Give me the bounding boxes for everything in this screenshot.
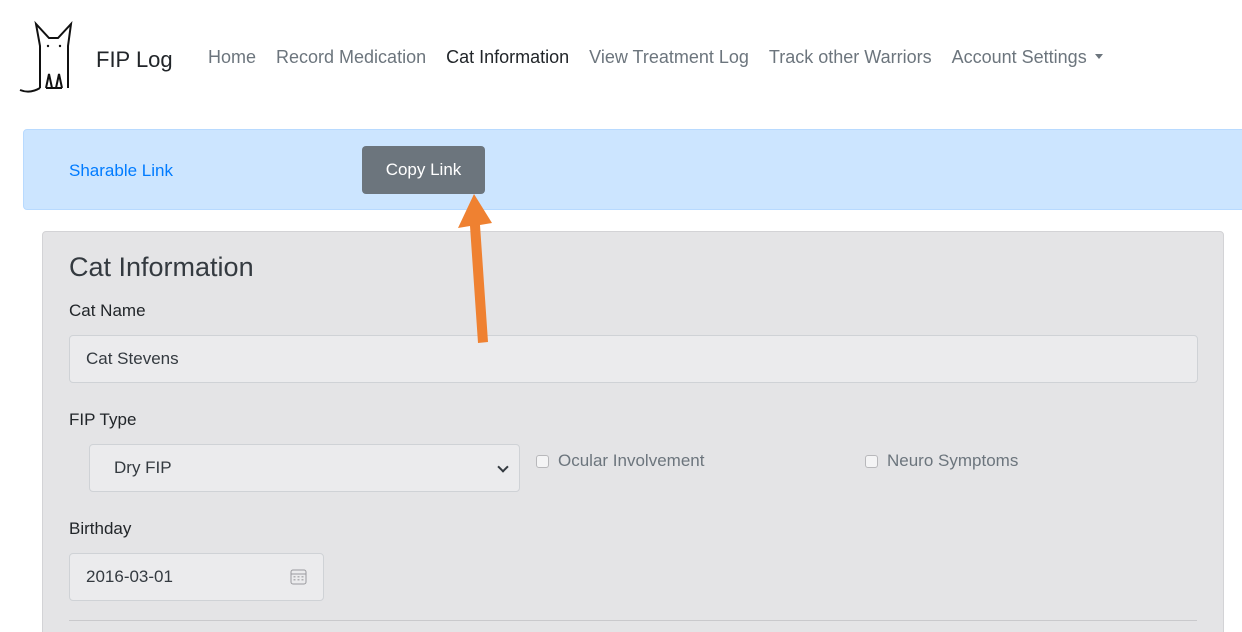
caret-down-icon [1094, 54, 1103, 59]
ocular-checkbox-box[interactable] [536, 454, 549, 468]
fip-type-select[interactable]: Dry FIP [89, 444, 520, 492]
birthday-input[interactable]: 2016-03-01 [69, 553, 324, 601]
nav-cat-information[interactable]: Cat Information [446, 47, 569, 68]
cat-name-input[interactable]: Cat Stevens [69, 335, 1198, 383]
nav-account-settings[interactable]: Account Settings [952, 47, 1103, 68]
card-title: Cat Information [69, 252, 254, 282]
copy-link-button[interactable]: Copy Link [362, 146, 485, 194]
cat-logo-icon [19, 20, 73, 93]
chevron-down-icon [497, 461, 509, 473]
brand-title[interactable]: FIP Log [96, 47, 173, 73]
sharable-link[interactable]: Sharable Link [69, 161, 173, 181]
birthday-label: Birthday [69, 519, 132, 538]
nav-track-other-warriors[interactable]: Track other Warriors [769, 47, 932, 68]
share-alert: Sharable Link Copy Link [23, 129, 1242, 210]
birthday-value: 2016-03-01 [86, 567, 173, 586]
fip-type-label: FIP Type [69, 410, 137, 429]
nav-home[interactable]: Home [208, 47, 256, 68]
cat-information-card: Cat Information Cat Name Cat Stevens FIP… [42, 231, 1224, 632]
navbar: FIP Log Home Record Medication Cat Infor… [0, 0, 1242, 112]
nav-menu: Home Record Medication Cat Information V… [208, 47, 1123, 68]
card-divider [69, 620, 1197, 621]
nav-view-treatment-log[interactable]: View Treatment Log [589, 47, 749, 68]
brand[interactable]: FIP Log [16, 16, 173, 100]
nav-record-medication[interactable]: Record Medication [276, 47, 426, 68]
ocular-involvement-checkbox[interactable]: Ocular Involvement [536, 451, 704, 471]
calendar-icon[interactable] [290, 568, 307, 585]
neuro-symptoms-checkbox[interactable]: Neuro Symptoms [865, 451, 1018, 471]
ocular-involvement-label: Ocular Involvement [558, 451, 705, 470]
cat-name-label: Cat Name [69, 301, 146, 320]
orange-arrow-icon [458, 194, 492, 343]
fip-type-selected: Dry FIP [114, 458, 172, 477]
neuro-checkbox-box[interactable] [865, 454, 878, 468]
neuro-symptoms-label: Neuro Symptoms [887, 451, 1019, 470]
cat-name-value: Cat Stevens [86, 349, 179, 368]
nav-account-settings-label: Account Settings [951, 47, 1087, 67]
